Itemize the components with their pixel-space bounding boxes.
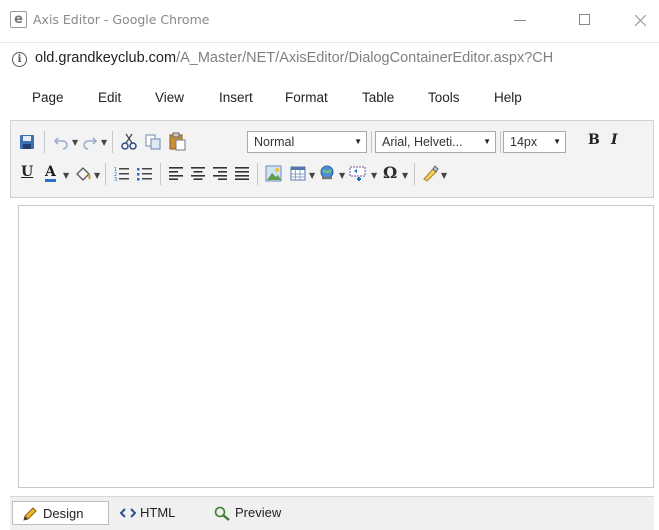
insert-table-icon[interactable] [290, 166, 306, 181]
format-painter-dropdown-icon[interactable]: ▼ [441, 172, 447, 180]
insert-image-icon[interactable] [265, 165, 282, 182]
table-dropdown-icon[interactable]: ▼ [309, 172, 315, 180]
menu-bar: Page Edit View Insert Format Table Tools… [0, 76, 659, 120]
menu-insert[interactable]: Insert [219, 90, 253, 105]
cut-icon[interactable] [121, 133, 137, 150]
menu-view[interactable]: View [155, 90, 184, 105]
toolbar-separator [160, 163, 161, 185]
toolbar-separator [112, 131, 113, 153]
format-painter-icon[interactable] [421, 165, 439, 182]
undo-dropdown-icon[interactable]: ▼ [72, 139, 78, 147]
close-button[interactable] [625, 8, 655, 32]
url-path: /A_Master/NET/AxisEditor/DialogContainer… [176, 50, 554, 66]
tab-html-label: HTML [140, 505, 176, 520]
toolbar-separator [371, 131, 372, 153]
code-brackets-icon [120, 508, 136, 518]
special-character-button[interactable]: Ω [383, 163, 397, 182]
tab-html[interactable]: HTML [118, 501, 198, 525]
highlight-color-icon[interactable] [74, 166, 91, 182]
chevron-down-icon: ▼ [354, 137, 362, 146]
bullet-list-icon[interactable] [137, 166, 153, 182]
url-host: old.grandkeyclub.com [35, 50, 177, 66]
redo-dropdown-icon[interactable]: ▼ [101, 139, 107, 147]
form-element-dropdown-icon[interactable]: ▼ [371, 172, 377, 180]
tab-preview[interactable]: Preview [212, 501, 302, 525]
copy-icon[interactable] [145, 134, 161, 150]
menu-tools[interactable]: Tools [428, 90, 460, 105]
align-justify-icon[interactable] [235, 166, 250, 180]
special-character-dropdown-icon[interactable]: ▼ [402, 172, 408, 180]
toolbar-separator [105, 163, 106, 185]
toolbar-separator [44, 131, 45, 153]
menu-help[interactable]: Help [494, 90, 522, 105]
menu-page[interactable]: Page [32, 90, 64, 105]
tab-preview-label: Preview [235, 505, 282, 520]
editor-content-area[interactable] [18, 205, 654, 488]
align-left-icon[interactable] [169, 166, 184, 180]
address-bar[interactable]: i old.grandkeyclub.com/A_Master/NET/Axis… [0, 42, 659, 77]
link-dropdown-icon[interactable]: ▼ [339, 172, 345, 180]
insert-link-icon[interactable] [319, 165, 336, 182]
align-right-icon[interactable] [213, 166, 228, 180]
highlight-dropdown-icon[interactable]: ▼ [94, 172, 100, 180]
pencil-icon [23, 507, 37, 521]
menu-table[interactable]: Table [362, 90, 394, 105]
magnifier-icon [214, 506, 230, 521]
paste-icon[interactable] [169, 132, 186, 151]
paragraph-format-select[interactable]: Normal ▼ [247, 131, 367, 153]
ordered-list-icon[interactable]: 1 2 3 [114, 166, 130, 182]
font-color-button[interactable]: A [45, 165, 56, 182]
font-size-select[interactable]: 14px ▼ [503, 131, 566, 153]
align-center-icon[interactable] [191, 166, 206, 180]
paragraph-format-value: Normal [254, 135, 295, 149]
redo-icon[interactable] [82, 134, 98, 150]
window-titlebar: e Axis Editor - Google Chrome [0, 0, 659, 42]
toolbar-separator [414, 163, 415, 185]
editor-toolbar: ▼ ▼ Normal ▼ Arial, Helveti... ▼ 14px ▼ … [10, 120, 654, 198]
svg-text:3: 3 [114, 177, 117, 182]
maximize-button[interactable] [570, 8, 600, 32]
menu-format[interactable]: Format [285, 90, 328, 105]
tab-design-label: Design [43, 506, 84, 521]
italic-button[interactable]: I [611, 132, 618, 148]
menu-edit[interactable]: Edit [98, 90, 121, 105]
font-size-value: 14px [510, 135, 538, 149]
font-color-dropdown-icon[interactable]: ▼ [63, 172, 69, 180]
window-title: Axis Editor - Google Chrome [33, 12, 210, 27]
insert-form-element-icon[interactable] [349, 165, 368, 182]
toolbar-separator [257, 163, 258, 185]
undo-icon[interactable] [53, 134, 69, 150]
bold-button[interactable]: B [588, 132, 600, 148]
chevron-down-icon: ▼ [483, 137, 491, 146]
underline-button[interactable]: U [21, 164, 33, 180]
tab-design[interactable]: Design [12, 501, 109, 525]
editor-mode-bar: Design HTML Preview [10, 496, 654, 530]
minimize-button[interactable] [505, 8, 535, 32]
browser-app-icon: e [10, 11, 27, 28]
url-text[interactable]: old.grandkeyclub.com/A_Master/NET/AxisEd… [35, 50, 553, 66]
font-name-select[interactable]: Arial, Helveti... ▼ [375, 131, 496, 153]
chevron-down-icon: ▼ [553, 137, 561, 146]
toolbar-separator [500, 131, 501, 153]
save-icon[interactable] [19, 134, 35, 150]
info-icon[interactable]: i [12, 52, 27, 67]
font-name-value: Arial, Helveti... [382, 135, 463, 149]
